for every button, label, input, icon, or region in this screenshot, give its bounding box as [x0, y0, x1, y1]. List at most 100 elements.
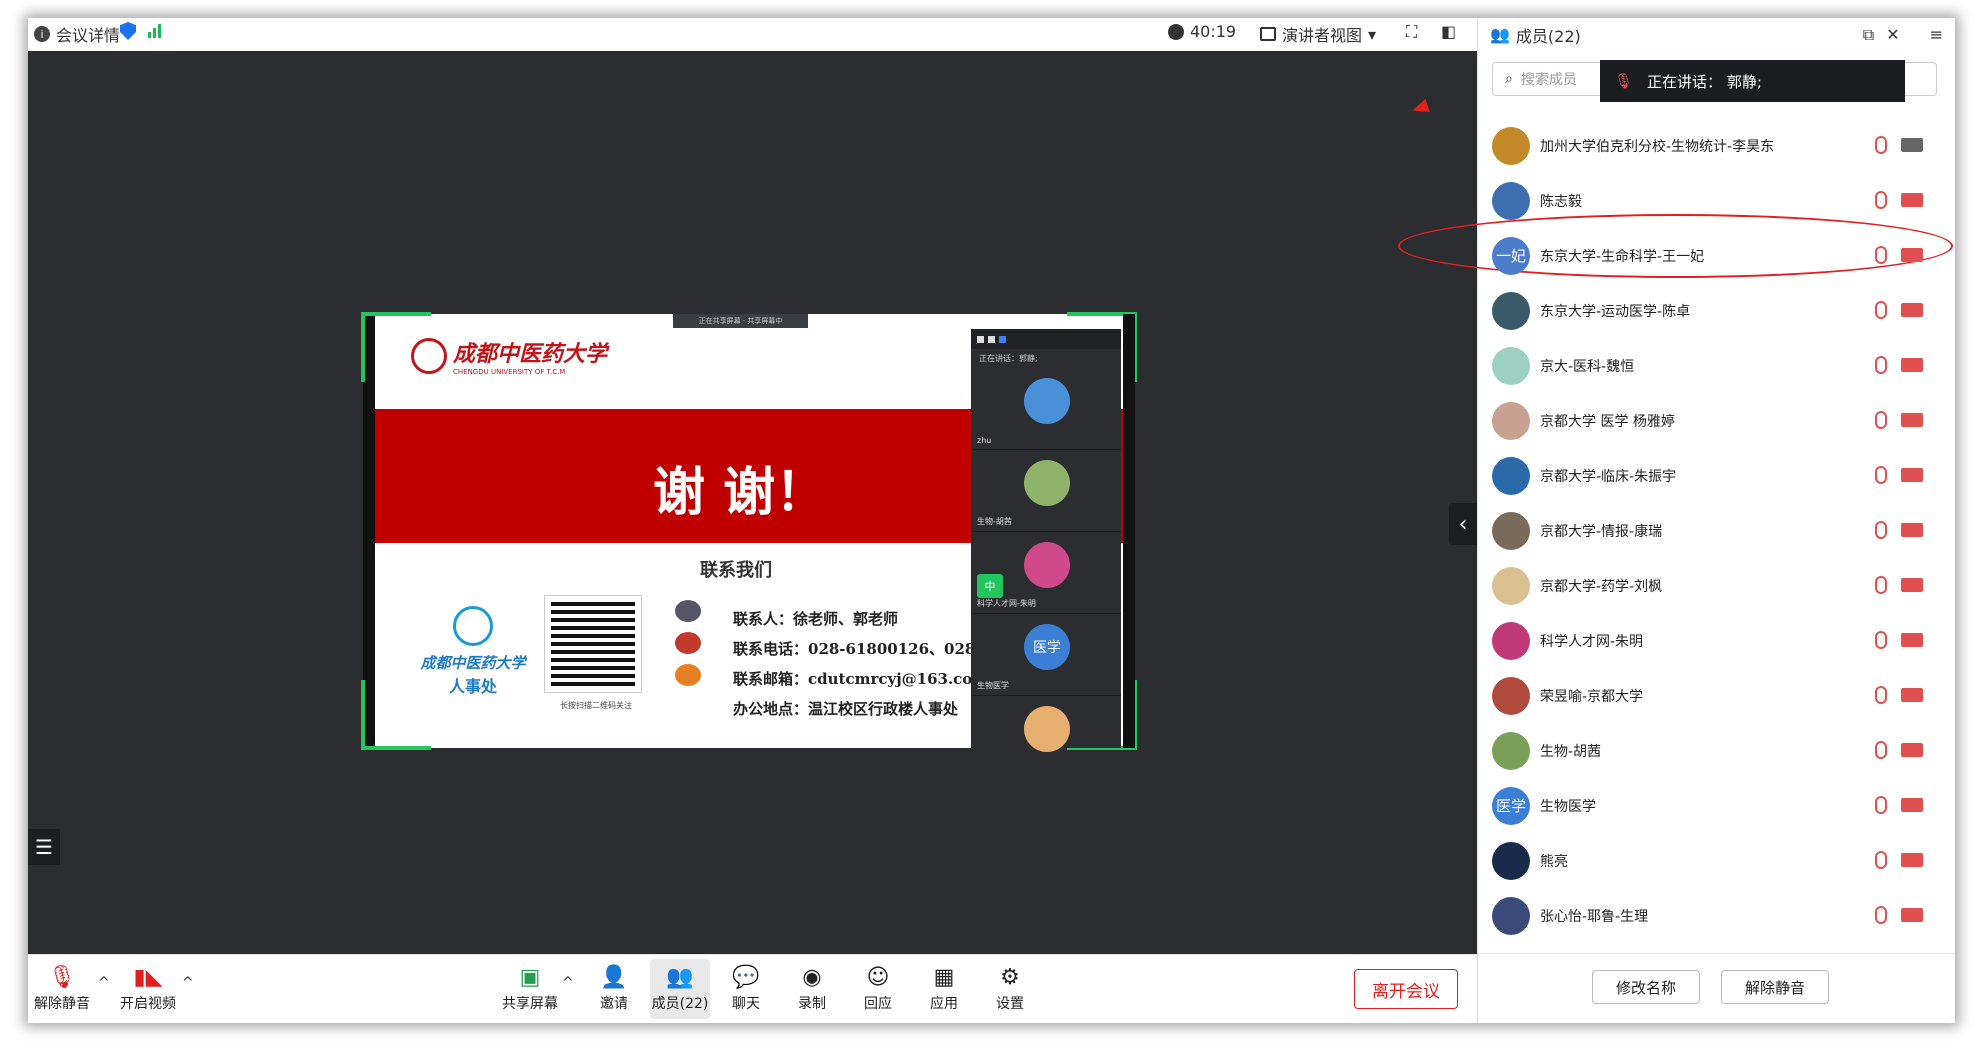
video-tile[interactable]: [971, 696, 1121, 752]
member-row[interactable]: 张心怡-耶鲁-生理: [1478, 888, 1955, 943]
mic-off-icon[interactable]: [1875, 246, 1887, 264]
mic-off-icon[interactable]: [1875, 741, 1887, 759]
camera-off-icon[interactable]: [1901, 468, 1923, 482]
rename-button[interactable]: 修改名称: [1592, 970, 1700, 1004]
floating-video-panel[interactable]: 正在讲话：郭静; zhu 生物-胡茜 科学人才网-朱明 医学 生物医学: [971, 329, 1121, 752]
mic-off-icon[interactable]: [1875, 576, 1887, 594]
mic-off-icon[interactable]: [1875, 906, 1887, 924]
video-tile[interactable]: 医学 生物医学: [971, 614, 1121, 696]
shield-icon: [120, 22, 136, 40]
invite-button[interactable]: 👤 邀请: [584, 959, 644, 1019]
camera-icon[interactable]: [1901, 138, 1923, 152]
mic-off-icon: 🎙: [1614, 72, 1634, 90]
avatar: [1492, 621, 1530, 660]
camera-off-icon[interactable]: [1901, 688, 1923, 702]
school-logo: 成都中医药大学 CHENGDU UNIVERSITY OF T.C.M: [411, 336, 607, 376]
chat-button[interactable]: 💬 聊天: [716, 959, 776, 1019]
member-name: 陈志毅: [1540, 193, 1582, 210]
security-indicator[interactable]: [120, 22, 136, 40]
top-bar: i 会议详情 40:19 演讲者视图 ▾ ⛶ ◧: [28, 18, 1477, 51]
apps-button[interactable]: ▦ 应用: [914, 959, 974, 1019]
member-row[interactable]: 东京大学-运动医学-陈卓: [1478, 283, 1955, 338]
mic-off-icon[interactable]: [1875, 191, 1887, 209]
start-video-button[interactable]: ▮◣ 开启视频: [118, 959, 178, 1019]
member-name: 生物医学: [1540, 798, 1596, 815]
member-row[interactable]: 京都大学-药学-刘枫: [1478, 558, 1955, 613]
mic-off-icon[interactable]: [1875, 356, 1887, 374]
mic-off-icon[interactable]: [1875, 686, 1887, 704]
mic-off-icon: 🎙: [48, 964, 76, 990]
member-list[interactable]: 加州大学伯克利分校-生物统计-李昊东陈志毅一妃 东京大学-生命科学-王一妃 东京大学…: [1398, 118, 1955, 943]
mic-off-icon[interactable]: [1875, 796, 1887, 814]
member-row[interactable]: 加州大学伯克利分校-生物统计-李昊东: [1478, 118, 1955, 173]
leave-meeting-button[interactable]: 离开会议: [1354, 969, 1458, 1009]
mic-off-icon[interactable]: [1875, 136, 1887, 154]
audio-options-caret[interactable]: ^: [98, 975, 110, 991]
member-row[interactable]: 医学 生物医学: [1478, 778, 1955, 833]
unmute-all-button[interactable]: 解除静音: [1721, 970, 1829, 1004]
language-tag[interactable]: 中: [977, 574, 1003, 598]
camera-off-icon[interactable]: [1901, 523, 1923, 537]
share-status-bar[interactable]: 正在共享屏幕 · 共享屏幕中: [673, 314, 808, 328]
camera-off-icon[interactable]: [1901, 743, 1923, 757]
member-row[interactable]: 科学人才网-朱明: [1478, 613, 1955, 668]
camera-off-icon[interactable]: [1901, 303, 1923, 317]
camera-off-icon[interactable]: [1901, 633, 1923, 647]
close-icon[interactable]: ✕: [1886, 25, 1899, 44]
restore-icon[interactable]: [988, 335, 995, 343]
collapse-panel-button[interactable]: ‹: [1449, 503, 1477, 545]
share-screen-button[interactable]: ▣ 共享屏幕: [500, 959, 560, 1019]
members-panel-footer: 修改名称 解除静音: [1478, 953, 1955, 1023]
fullscreen-button[interactable]: ⛶: [1406, 22, 1417, 42]
view-mode-dropdown[interactable]: 演讲者视图 ▾: [1260, 22, 1376, 46]
view-icon: [1260, 27, 1276, 41]
mic-off-icon[interactable]: [1875, 301, 1887, 319]
member-row[interactable]: 陈志毅: [1478, 173, 1955, 228]
video-tile[interactable]: 生物-胡茜: [971, 450, 1121, 532]
member-row[interactable]: 京大-医科-魏恒: [1478, 338, 1955, 393]
video-tile[interactable]: zhu: [971, 368, 1121, 450]
camera-off-icon[interactable]: [1901, 248, 1923, 262]
meeting-info-button[interactable]: i 会议详情: [34, 22, 120, 46]
floating-panel-header[interactable]: [971, 329, 1121, 349]
member-row[interactable]: 京都大学-临床-朱振宇: [1478, 448, 1955, 503]
camera-off-icon[interactable]: [1901, 853, 1923, 867]
member-row[interactable]: 熊亮: [1478, 833, 1955, 888]
contact-email: 联系邮箱：cdutcmrcyj@163.com: [733, 670, 989, 688]
mic-off-icon[interactable]: [1875, 851, 1887, 869]
list-view-icon[interactable]: [999, 335, 1006, 343]
camera-off-icon[interactable]: [1901, 578, 1923, 592]
apps-label: 应用: [930, 996, 958, 1012]
camera-off-icon[interactable]: [1901, 193, 1923, 207]
unmute-button[interactable]: 🎙 解除静音: [32, 959, 92, 1019]
mic-off-icon[interactable]: [1875, 521, 1887, 539]
mic-off-icon[interactable]: [1875, 631, 1887, 649]
meeting-info-label: 会议详情: [56, 26, 121, 45]
video-tile[interactable]: 科学人才网-朱明: [971, 532, 1121, 614]
member-row[interactable]: 荣昱喻-京都大学: [1478, 668, 1955, 723]
camera-off-icon[interactable]: [1901, 358, 1923, 372]
camera-off-icon[interactable]: [1901, 413, 1923, 427]
list-toggle-button[interactable]: ☰: [28, 829, 60, 865]
member-row[interactable]: 生物-胡茜: [1478, 723, 1955, 778]
menu-icon[interactable]: ≡: [1930, 25, 1943, 44]
members-button[interactable]: 👥 成员(22): [650, 959, 710, 1019]
member-row[interactable]: 京都大学 医学 杨雅婷: [1478, 393, 1955, 448]
video-options-caret[interactable]: ^: [182, 975, 194, 991]
member-row[interactable]: 京都大学-情报-康瑞: [1478, 503, 1955, 558]
member-row[interactable]: 一妃 东京大学-生命科学-王一妃: [1478, 228, 1955, 283]
record-button[interactable]: ◉ 录制: [782, 959, 842, 1019]
minimize-icon[interactable]: [977, 335, 984, 343]
layout-button[interactable]: ◧: [1441, 22, 1456, 41]
share-options-caret[interactable]: ^: [562, 975, 574, 991]
popout-icon[interactable]: ⧉: [1863, 25, 1874, 45]
settings-button[interactable]: ⚙ 设置: [980, 959, 1040, 1019]
mic-off-icon[interactable]: [1875, 466, 1887, 484]
contact-icons: [675, 600, 701, 686]
avatar: 医学: [1024, 624, 1070, 670]
network-indicator[interactable]: [148, 22, 161, 38]
react-button[interactable]: ☺ 回应: [848, 959, 908, 1019]
mic-off-icon[interactable]: [1875, 411, 1887, 429]
camera-off-icon[interactable]: [1901, 908, 1923, 922]
camera-off-icon[interactable]: [1901, 798, 1923, 812]
